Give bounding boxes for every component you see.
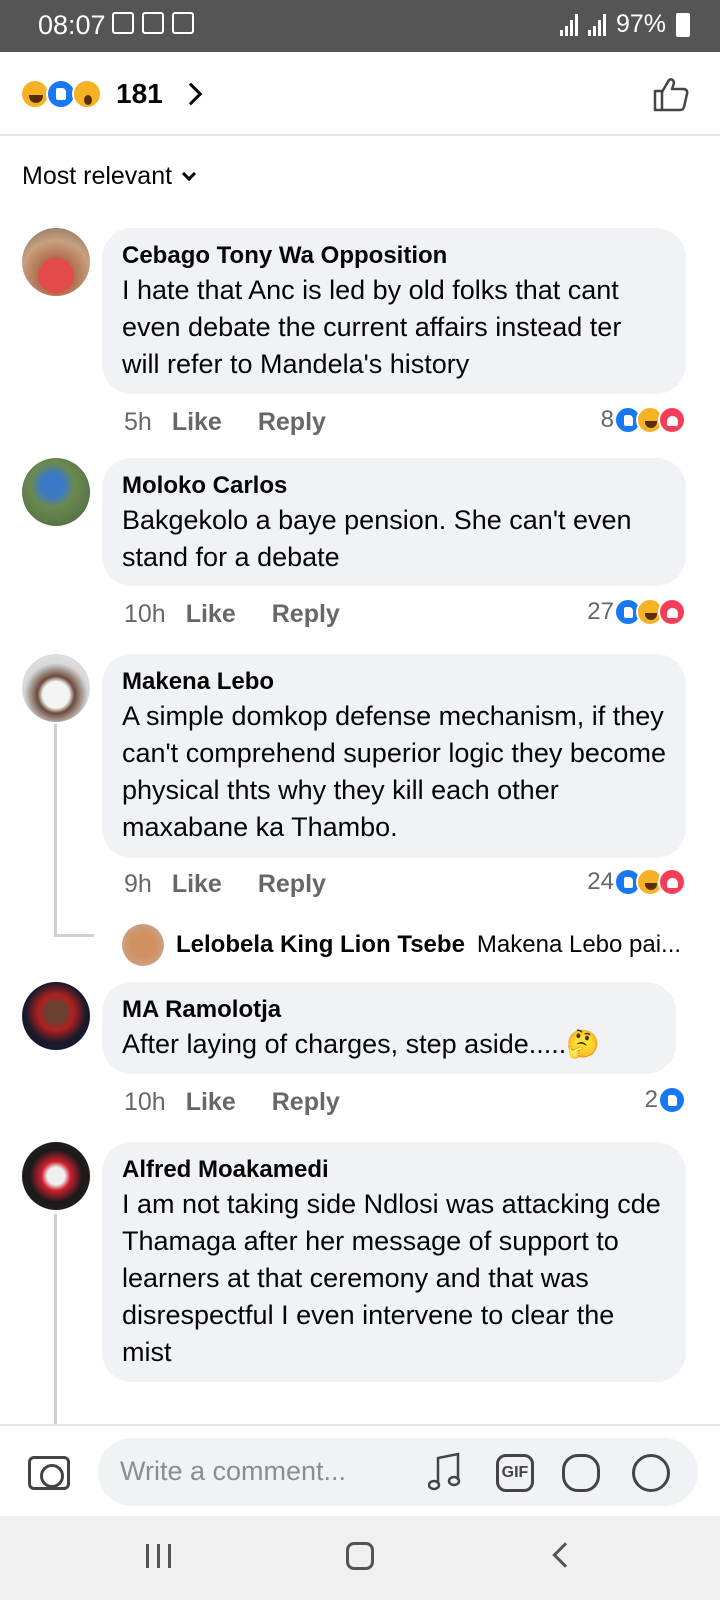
like-link[interactable]: Like [172,870,222,899]
reply-link[interactable]: Reply [272,600,340,629]
camera-icon[interactable] [28,1456,70,1490]
thread-line [54,1214,57,1426]
n-app-icon [142,12,164,34]
thread-connector [54,934,94,937]
love-icon [658,868,686,896]
clock: 08:07 [38,10,106,40]
battery-percent: 97% [615,10,666,38]
comment-composer: Write a comment... GIF [0,1424,720,1516]
sticker-icon[interactable] [562,1454,600,1492]
love-icon [658,598,686,626]
signal-icon [559,13,578,36]
avatar[interactable] [22,1142,90,1210]
comment-placeholder: Write a comment... [120,1456,347,1486]
comment-text: After laying of charges, step aside.....… [122,1029,600,1059]
recent-apps-icon[interactable] [146,1544,171,1568]
comment-author[interactable]: MA Ramolotja [122,994,656,1026]
reply-link[interactable]: Reply [272,1088,340,1117]
comment-author[interactable]: Moloko Carlos [122,470,666,502]
comment-text: A simple domkop defense mechanism, if th… [122,701,666,842]
like-icon [658,1086,686,1114]
wow-icon [72,79,102,109]
comment-time[interactable]: 10h [124,1088,166,1117]
comment-input[interactable]: Write a comment... GIF [98,1438,698,1506]
like-thumb-icon[interactable] [652,76,690,112]
reaction-count: 181 [116,78,163,109]
thread-line [54,724,57,936]
signal-icon-2 [587,13,606,36]
comment-author[interactable]: Alfred Moakamedi [122,1154,666,1186]
emoji-icon[interactable] [632,1454,670,1492]
comment-time[interactable]: 10h [124,600,166,629]
comment-bubble[interactable]: Moloko Carlos Bakgekolo a baye pension. … [102,458,686,586]
avatar [122,924,164,966]
comment-time[interactable]: 9h [124,870,152,899]
home-icon[interactable] [346,1542,374,1570]
gallery-icon [112,12,134,34]
comment-reactions[interactable]: 24 [587,868,686,896]
comment-text: I hate that Anc is led by old folks that… [122,275,622,379]
gif-button[interactable]: GIF [496,1454,534,1492]
comment-reactions[interactable]: 2 [645,1086,686,1114]
comment-reactions[interactable]: 27 [587,598,686,626]
reply-link[interactable]: Reply [258,408,326,437]
avatar[interactable] [22,982,90,1050]
like-link[interactable]: Like [186,600,236,629]
avatar[interactable] [22,654,90,722]
comment-text: I am not taking side Ndlosi was attackin… [122,1189,661,1367]
chevron-down-icon [181,166,197,181]
reply-link[interactable]: Reply [258,870,326,899]
dots-icon [172,12,194,34]
comments-sheet: 181 Most relevant Cebago Tony Wa Opposit… [0,52,720,1426]
avatar[interactable] [22,458,90,526]
sort-dropdown[interactable]: Most relevant [22,162,197,191]
comment-bubble[interactable]: Alfred Moakamedi I am not taking side Nd… [102,1142,686,1382]
like-link[interactable]: Like [172,408,222,437]
love-icon [658,406,686,434]
system-nav-bar [0,1516,720,1600]
chevron-right-icon [179,82,203,106]
avatar[interactable] [22,228,90,296]
comment-bubble[interactable]: Cebago Tony Wa Opposition I hate that An… [102,228,686,394]
reply-snippet: Makena Lebo pai... [476,931,682,958]
comment-bubble[interactable]: MA Ramolotja After laying of charges, st… [102,982,676,1074]
comment-author[interactable]: Makena Lebo [122,666,666,698]
battery-icon [676,12,690,37]
comment-time[interactable]: 5h [124,408,152,437]
comment-author[interactable]: Cebago Tony Wa Opposition [122,240,666,272]
comment-reactions[interactable]: 8 [601,406,686,434]
reply-preview[interactable]: Lelobela King Lion Tsebe Makena Lebo pai… [122,924,681,966]
reply-author: Lelobela King Lion Tsebe [176,931,465,958]
comment-text: Bakgekolo a baye pension. She can't even… [122,505,632,572]
like-link[interactable]: Like [186,1088,236,1117]
back-icon[interactable] [552,1542,578,1568]
comment-bubble[interactable]: Makena Lebo A simple domkop defense mech… [102,654,686,858]
sort-label: Most relevant [22,162,173,190]
reactions-summary[interactable]: 181 [0,52,720,136]
music-icon[interactable] [428,1452,462,1492]
status-bar: 08:07 97% [0,0,720,52]
